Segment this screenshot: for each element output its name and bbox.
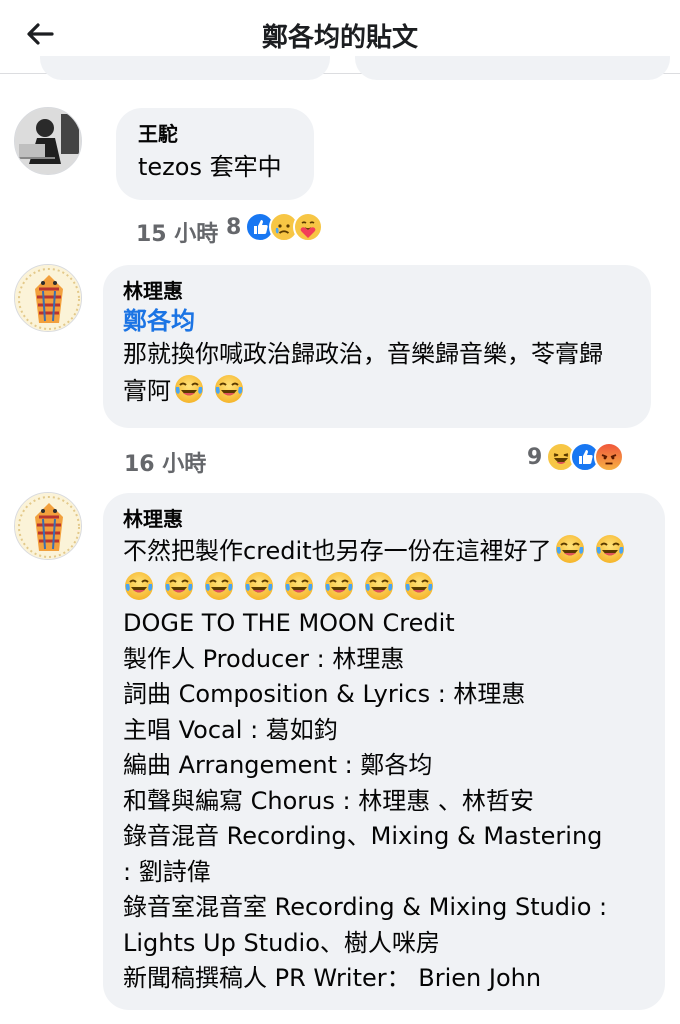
comment-text-line: 詞曲 Composition & Lyrics : 林理惠 (123, 680, 526, 708)
tears-of-joy-emoji (363, 570, 395, 602)
avatar[interactable] (14, 264, 82, 332)
reaction-summary[interactable]: 9 (527, 442, 625, 472)
tears-of-joy-emoji (243, 570, 275, 602)
user-photo (15, 493, 81, 559)
comment-text-line: 主唱 Vocal : 葛如鈞 (123, 715, 338, 744)
mention-link[interactable]: 鄭各均 (123, 305, 631, 337)
tears-of-joy-emoji (163, 570, 195, 602)
tears-of-joy-emoji (594, 533, 626, 565)
comment-text-line: DOGE TO THE MOON Credit (123, 609, 455, 637)
comment-author[interactable]: 林理惠 (123, 277, 631, 305)
avatar[interactable] (14, 107, 82, 175)
comment-text: 不然把製作credit也另存一份在這裡好了 (123, 533, 645, 570)
user-photo (15, 265, 81, 331)
comment-timestamp[interactable]: 16 小時 (124, 446, 206, 478)
angry-reaction-icon (594, 442, 625, 472)
tears-of-joy-emoji (203, 570, 235, 602)
comment-text: 膏阿 (123, 373, 631, 410)
comment-text-line: 不然把製作credit也另存一份在這裡好了 (123, 537, 552, 565)
reaction-count: 9 (527, 444, 543, 470)
comment-text-line: Lights Up Studio、樹人咪房 (123, 928, 440, 957)
reaction-summary[interactable]: 8 (226, 212, 324, 242)
comment-bubble[interactable]: 林理惠 鄭各均 那就換你喊政治歸政治，音樂歸音樂，苓膏歸 膏阿 (103, 265, 651, 428)
previous-comment-bubble (355, 56, 670, 80)
tears-of-joy-emoji (323, 570, 355, 602)
user-photo (15, 108, 81, 174)
tears-of-joy-emoji (123, 570, 155, 602)
comment-text: 那就換你喊政治歸政治，音樂歸音樂，苓膏歸 (123, 340, 603, 368)
comment-text-line: 和聲與編寫 Chorus : 林理惠 、林哲安 (123, 786, 534, 815)
previous-comment-bubble (40, 56, 330, 80)
comment-text-line: 錄音混音 Recording、Mixing & Mastering (123, 822, 603, 850)
page-title: 鄭各均的貼文 (261, 23, 418, 53)
reaction-count: 8 (226, 214, 242, 240)
comment-text-line: 編曲 Arrangement : 鄭各均 (123, 751, 433, 779)
comment-text-line: : 劉詩偉 (123, 857, 211, 886)
comment-text-line: 製作人 Producer : 林理惠 (123, 644, 405, 673)
comment-timestamp[interactable]: 15 小時 (136, 216, 218, 248)
tears-of-joy-emoji (173, 373, 205, 405)
tears-of-joy-emoji (554, 533, 586, 565)
comment-author[interactable]: 林理惠 (123, 505, 645, 533)
tears-of-joy-emoji (213, 373, 245, 405)
care-reaction-icon (293, 212, 324, 242)
avatar[interactable] (14, 492, 82, 560)
comment-bubble[interactable]: 王駝 tezos 套牢中 (116, 108, 314, 200)
comment-text-line: 錄音室混音室 Recording & Mixing Studio : (123, 893, 608, 921)
comment-text-tail: 膏阿 (123, 376, 171, 405)
tears-of-joy-emoji (283, 570, 315, 602)
comment-text-line: 新聞稿撰稿人 PR Writer： Brien John (123, 964, 542, 992)
comment-text: tezos 套牢中 (138, 153, 282, 181)
comment-bubble[interactable]: 林理惠 不然把製作credit也另存一份在這裡好了 DOGE TO THE MO… (103, 493, 665, 1010)
comment-author[interactable]: 王駝 (138, 120, 292, 148)
emoji-row (123, 570, 645, 607)
tears-of-joy-emoji (403, 570, 435, 602)
